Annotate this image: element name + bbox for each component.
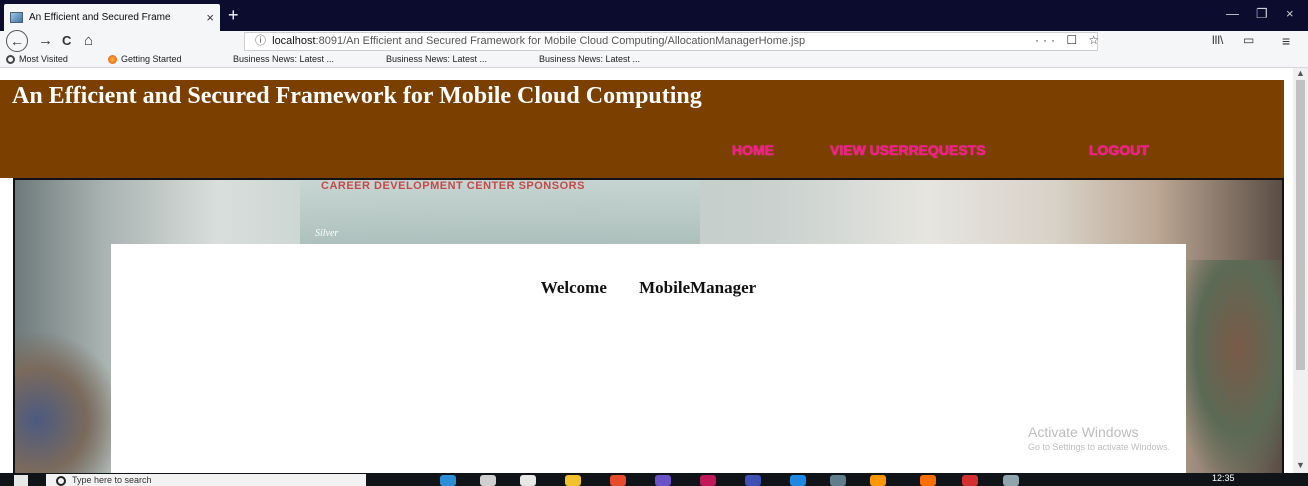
app-icon[interactable] xyxy=(745,475,761,486)
tab-strip: An Efficient and Secured Frame × + — ❐ × xyxy=(0,0,1308,31)
url-host: localhost xyxy=(272,35,316,47)
welcome-label: Welcome xyxy=(540,278,607,297)
home-button[interactable]: ⌂ xyxy=(84,32,93,50)
scroll-up-icon[interactable]: ▲ xyxy=(1296,68,1305,78)
person-left-figure xyxy=(15,330,125,473)
bookmarks-toolbar: Most Visited Getting Started Business Ne… xyxy=(0,52,1308,68)
store-app-icon[interactable] xyxy=(480,475,496,486)
page-title: An Efficient and Secured Framework for M… xyxy=(12,83,702,109)
app-icon[interactable] xyxy=(920,475,936,486)
activate-windows-watermark: Activate Windows Go to Settings to activ… xyxy=(1028,424,1170,452)
cortana-ring-icon xyxy=(56,476,66,486)
windows-taskbar: Type here to search 12:35 xyxy=(0,473,1308,486)
bookmark-business-news-3[interactable]: Business News: Latest ... xyxy=(539,54,640,64)
taskbar-search-box[interactable]: Type here to search xyxy=(46,474,366,486)
new-tab-button[interactable]: + xyxy=(228,6,239,24)
back-button[interactable]: ← xyxy=(6,30,28,52)
taskbar-clock[interactable]: 12:35 xyxy=(1212,473,1235,483)
site-header: An Efficient and Secured Framework for M… xyxy=(0,80,1284,178)
page-favicon-icon xyxy=(10,12,23,23)
taskbar-search-placeholder: Type here to search xyxy=(72,475,152,485)
close-window-button[interactable]: × xyxy=(1286,6,1294,21)
file-explorer-icon[interactable] xyxy=(565,475,581,486)
url-path: :8091/An Efficient and Secured Framework… xyxy=(315,35,806,47)
sidebar-icon[interactable]: ▭ xyxy=(1243,33,1254,47)
app-icon[interactable] xyxy=(700,475,716,486)
watermark-line1: Activate Windows xyxy=(1028,424,1139,440)
minimize-button[interactable]: — xyxy=(1226,6,1239,21)
media-app-icon[interactable] xyxy=(610,475,626,486)
watermark-line2: Go to Settings to activate Windows. xyxy=(1028,442,1171,452)
restore-button[interactable]: ❐ xyxy=(1256,6,1268,22)
bookmark-business-news-1[interactable]: Business News: Latest ... xyxy=(233,54,334,64)
bookmark-label: Business News: Latest ... xyxy=(386,54,488,64)
bookmark-label: Most Visited xyxy=(19,54,68,64)
close-tab-icon[interactable]: × xyxy=(206,10,214,25)
forward-button[interactable]: → xyxy=(38,32,53,50)
windows-start-icon[interactable] xyxy=(14,475,28,486)
app-icon[interactable] xyxy=(962,475,978,486)
page-actions-menu[interactable]: ··· ☐ ☆ xyxy=(1035,33,1103,47)
welcome-username: MobileManager xyxy=(639,278,757,297)
welcome-message: Welcome MobileManager xyxy=(111,278,1186,298)
arrow-left-icon: ← xyxy=(10,33,24,49)
page-viewport: An Efficient and Secured Framework for M… xyxy=(0,68,1293,473)
reload-button[interactable]: C xyxy=(62,32,71,50)
chrome-app-icon[interactable] xyxy=(870,475,886,486)
edge-app-icon[interactable] xyxy=(440,475,456,486)
bookmark-label: Getting Started xyxy=(121,54,182,64)
app-icon[interactable] xyxy=(790,475,806,486)
site-info-icon[interactable]: ⓘ xyxy=(255,35,266,47)
tab-title: An Efficient and Secured Frame xyxy=(29,12,171,23)
nav-logout-link[interactable]: LOGOUT xyxy=(1089,142,1149,158)
nav-view-userrequests-link[interactable]: VIEW USERREQUESTS xyxy=(830,142,986,158)
app-icon[interactable] xyxy=(830,475,846,486)
bookmark-most-visited[interactable]: Most Visited xyxy=(6,54,68,64)
bookmark-getting-started[interactable]: Getting Started xyxy=(108,54,182,64)
bookmark-label: Business News: Latest ... xyxy=(539,54,641,64)
nav-home-link[interactable]: HOME xyxy=(732,142,774,158)
person-right-figure xyxy=(1172,260,1282,473)
sponsor-sign-subtext: Silver xyxy=(315,228,339,239)
app-icon[interactable] xyxy=(1003,475,1019,486)
gear-icon xyxy=(6,54,15,64)
hamburger-menu-icon[interactable]: ≡ xyxy=(1282,33,1290,49)
welcome-panel: Welcome MobileManager xyxy=(111,244,1186,473)
app-icon[interactable] xyxy=(655,475,671,486)
library-icon[interactable]: lll\ xyxy=(1212,33,1223,47)
url-bar[interactable]: ⓘ localhost:8091/An Efficient and Secure… xyxy=(244,32,1098,51)
scrollbar-thumb[interactable] xyxy=(1296,80,1305,370)
browser-tab[interactable]: An Efficient and Secured Frame × xyxy=(4,4,220,31)
sponsor-sign-text: CAREER DEVELOPMENT CENTER SPONSORS xyxy=(321,180,585,192)
firefox-icon xyxy=(108,54,117,64)
scroll-down-icon[interactable]: ▼ xyxy=(1296,460,1305,470)
bookmark-business-news-2[interactable]: Business News: Latest ... xyxy=(386,54,487,64)
vertical-scrollbar[interactable]: ▲ ▼ xyxy=(1293,68,1308,473)
mail-app-icon[interactable] xyxy=(520,475,536,486)
navigation-toolbar: ← → C ⌂ ⓘ localhost:8091/An Efficient an… xyxy=(0,30,1308,52)
bookmark-label: Business News: Latest ... xyxy=(233,54,335,64)
